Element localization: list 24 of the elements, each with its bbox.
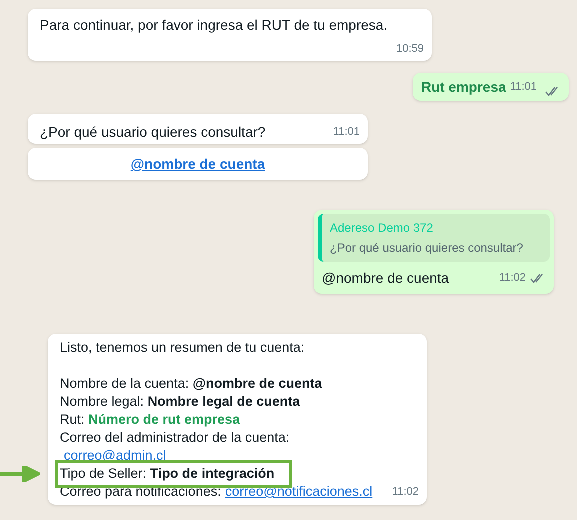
quote-text: ¿Por qué usuario quieres consultar?	[330, 240, 524, 257]
email-link[interactable]: correo@notificaciones.cl	[225, 483, 373, 501]
summary-line: Tipo de Seller: Tipo de integración	[60, 465, 275, 483]
summary-line: Correo del administrador de la cuenta:	[60, 429, 290, 447]
message-text: Rut empresa	[421, 78, 506, 97]
message-time: 11:01	[510, 80, 537, 95]
message-time: 10:59	[396, 43, 424, 55]
summary-line: Rut: Número de rut empresa	[60, 411, 240, 429]
reply-button[interactable]: @nombre de cuenta	[28, 148, 368, 180]
arrow-icon	[0, 466, 40, 482]
double-check-icon	[530, 272, 546, 284]
message-text: @nombre de cuenta	[322, 269, 450, 288]
double-check-icon	[545, 86, 561, 97]
message-time: 11:02	[392, 485, 419, 500]
quoted-message[interactable]: Adereso Demo 372 ¿Por qué usuario quieres consultar?	[318, 214, 550, 262]
message-text: Para continuar, por favor ingresa el RUT de tu empresa.	[39, 16, 389, 35]
summary-line: Nombre legal: Nombre legal de cuenta	[60, 393, 300, 411]
summary-line: Nombre de la cuenta: @nombre de cuenta	[60, 375, 322, 393]
quote-author: Adereso Demo 372	[330, 220, 434, 237]
message-text: Listo, tenemos un resumen de tu cuenta:	[60, 339, 306, 357]
message-text: ¿Por qué usuario quieres consultar?	[39, 123, 267, 142]
message-time: 11:02	[499, 271, 526, 286]
email-link[interactable]: correo@admin.cl	[64, 448, 166, 463]
message-time: 11:01	[333, 126, 360, 138]
